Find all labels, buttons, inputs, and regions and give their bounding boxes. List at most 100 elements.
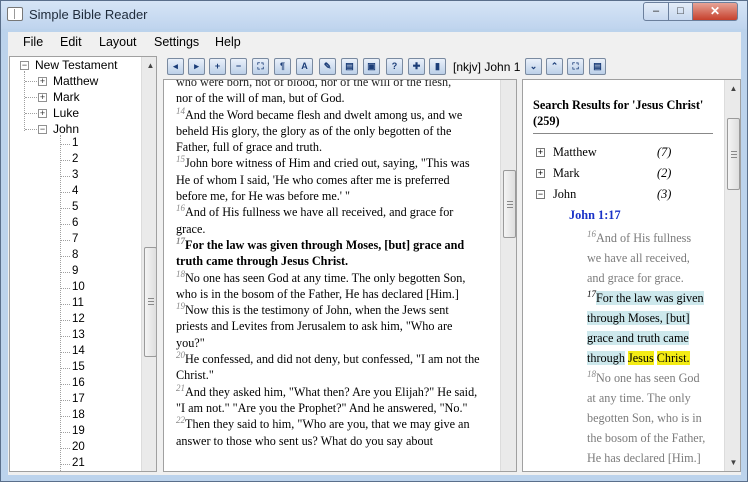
verse-text: For the law was given through Moses, [bu… — [176, 237, 465, 269]
current-reference: [nkjv] John 1 — [453, 60, 521, 74]
verse-text: Now this is the testimony of John, when … — [176, 303, 453, 350]
verse: 16And of His fullness we have all receiv… — [176, 204, 482, 237]
tree-chapter[interactable]: 6 — [72, 217, 78, 229]
divider — [533, 133, 713, 134]
tree-chapter[interactable]: 7 — [72, 233, 78, 245]
scroll-up-icon[interactable]: ▲ — [143, 58, 156, 73]
tree-chapter[interactable]: 10 — [72, 281, 85, 293]
verse: 14And the Word became flesh and dwelt am… — [176, 106, 482, 156]
books-icon[interactable]: ▮ — [429, 58, 446, 75]
tree-chapter[interactable]: 20 — [72, 441, 85, 453]
verse-fragment: nor of the will of man, but of God. — [176, 91, 345, 106]
result-book-mark[interactable]: Mark — [553, 166, 580, 181]
verse-number: 18 — [176, 268, 185, 279]
tree-scrollbar[interactable]: ▲ — [141, 57, 156, 471]
down-icon[interactable]: ⌄ — [525, 58, 542, 75]
menu-edit[interactable]: Edit — [60, 35, 82, 49]
result-reference-link[interactable]: John 1:17 — [569, 208, 621, 223]
tree-book-matthew[interactable]: Matthew — [53, 74, 98, 88]
search-results-pane[interactable]: Search Results for 'Jesus Christ' (259) … — [522, 79, 741, 472]
expand-icon[interactable]: + — [536, 148, 545, 157]
menu-help[interactable]: Help — [215, 35, 241, 49]
verse-text: And of His fullness we have all received… — [587, 231, 692, 285]
maximize-button[interactable]: □ — [668, 2, 693, 21]
tree-chapter[interactable]: 13 — [72, 329, 85, 341]
results-scrollbar[interactable]: ▲ ▼ — [724, 80, 740, 471]
tree-chapter[interactable]: 16 — [72, 377, 85, 389]
tree-chapter[interactable]: 12 — [72, 313, 85, 325]
verse-text: Then they said to him, "Who are you, tha… — [176, 417, 470, 448]
expand-icon[interactable]: + — [38, 93, 47, 102]
result-book-matthew[interactable]: Matthew — [553, 145, 597, 160]
tree-chapter[interactable]: 3 — [72, 169, 78, 181]
close-button[interactable]: ✕ — [692, 2, 738, 21]
scroll-thumb[interactable] — [503, 170, 516, 238]
tree-book-luke[interactable]: Luke — [53, 106, 79, 120]
scroll-down-icon[interactable]: ▼ — [726, 455, 740, 470]
reader-pane[interactable]: who were born, not of blood, nor of the … — [163, 79, 517, 472]
expand-icon[interactable]: + — [536, 169, 545, 178]
tree-chapter[interactable]: 4 — [72, 185, 78, 197]
collapse-icon[interactable]: − — [38, 125, 47, 134]
tree-root[interactable]: New Testament — [35, 58, 117, 72]
up-icon[interactable]: ⌃ — [546, 58, 563, 75]
toolbar: ◂ ▸ + − ⛶ ¶ A ✎ ▤ ▣? ✚ ▮ ⌄ ⌃ ⛶ ▤ — [163, 57, 611, 79]
scroll-up-icon[interactable]: ▲ — [726, 81, 740, 96]
back-icon[interactable]: ◂ — [167, 58, 184, 75]
tree-chapter[interactable]: 2 — [72, 153, 78, 165]
verse-number: 16 — [176, 203, 185, 214]
scroll-thumb[interactable] — [144, 247, 156, 357]
forward-icon[interactable]: ▸ — [188, 58, 205, 75]
tree-book-mark[interactable]: Mark — [53, 90, 80, 104]
title-bar[interactable]: Simple Bible Reader – □ ✕ — [1, 1, 747, 29]
verse-text: And they asked him, "What then? Are you … — [176, 384, 478, 415]
menu-layout[interactable]: Layout — [99, 35, 137, 49]
tree-chapter[interactable]: 19 — [72, 425, 85, 437]
zoom-out-icon[interactable]: − — [230, 58, 247, 75]
tree-chapter[interactable]: 5 — [72, 201, 78, 213]
verse: 22Then they said to him, "Who are you, t… — [176, 416, 482, 449]
tree-chapter[interactable]: 11 — [72, 297, 84, 309]
minimize-button[interactable]: – — [643, 2, 669, 21]
verse-number: 21 — [176, 382, 185, 393]
tree-chapter[interactable]: 14 — [72, 345, 85, 357]
fullscreen-icon[interactable]: ⛶ — [567, 58, 584, 75]
tree-chapter[interactable]: 15 — [72, 361, 85, 373]
verse-number: 17 — [587, 288, 596, 299]
help-icon[interactable]: ? — [386, 58, 403, 75]
tree-chapter[interactable]: 18 — [72, 409, 85, 421]
menu-file[interactable]: File — [23, 35, 43, 49]
tree-chapter[interactable]: 17 — [72, 393, 85, 405]
collapse-icon[interactable]: − — [20, 61, 29, 70]
tree-book-john[interactable]: John — [53, 122, 79, 136]
expand-icon[interactable]: + — [38, 77, 47, 86]
collapse-icon[interactable]: − — [536, 190, 545, 199]
save-icon[interactable]: ▣ — [363, 58, 380, 75]
result-count: (7) — [657, 145, 672, 159]
zoom-in-icon[interactable]: + — [209, 58, 226, 75]
flag-icon[interactable]: ✚ — [408, 58, 425, 75]
tree-chapter[interactable]: 9 — [72, 265, 78, 277]
edit-icon[interactable]: ✎ — [319, 58, 336, 75]
menu-settings[interactable]: Settings — [154, 35, 199, 49]
verse-text: And the Word became flesh and dwelt amon… — [176, 107, 463, 155]
split-icon[interactable]: ▤ — [341, 58, 358, 75]
reader-scrollbar[interactable] — [500, 80, 516, 471]
font-icon[interactable]: A — [296, 58, 313, 75]
result-book-john[interactable]: John — [553, 187, 576, 202]
book-icon — [7, 7, 23, 21]
verse-text: John bore witness of Him and cried out, … — [176, 156, 470, 204]
tree-chapter[interactable]: 21 — [72, 457, 85, 469]
scroll-thumb[interactable] — [727, 118, 740, 190]
fit-icon[interactable]: ⛶ — [252, 58, 269, 75]
tree-chapter[interactable]: 8 — [72, 249, 78, 261]
paragraph-icon[interactable]: ¶ — [274, 58, 291, 75]
verse-text: No one has seen God at any time. The onl… — [176, 270, 466, 301]
verse-text: No one has seen God at any time. The onl… — [587, 371, 706, 465]
expand-icon[interactable]: + — [38, 109, 47, 118]
book-tree[interactable]: − New Testament + Matthew + Mark + Luke … — [9, 56, 157, 472]
verse-number: 18 — [587, 368, 596, 379]
tree-chapter[interactable]: 1 — [72, 137, 78, 149]
notes-icon[interactable]: ▤ — [589, 58, 606, 75]
verse: 19Now this is the testimony of John, whe… — [176, 302, 482, 351]
